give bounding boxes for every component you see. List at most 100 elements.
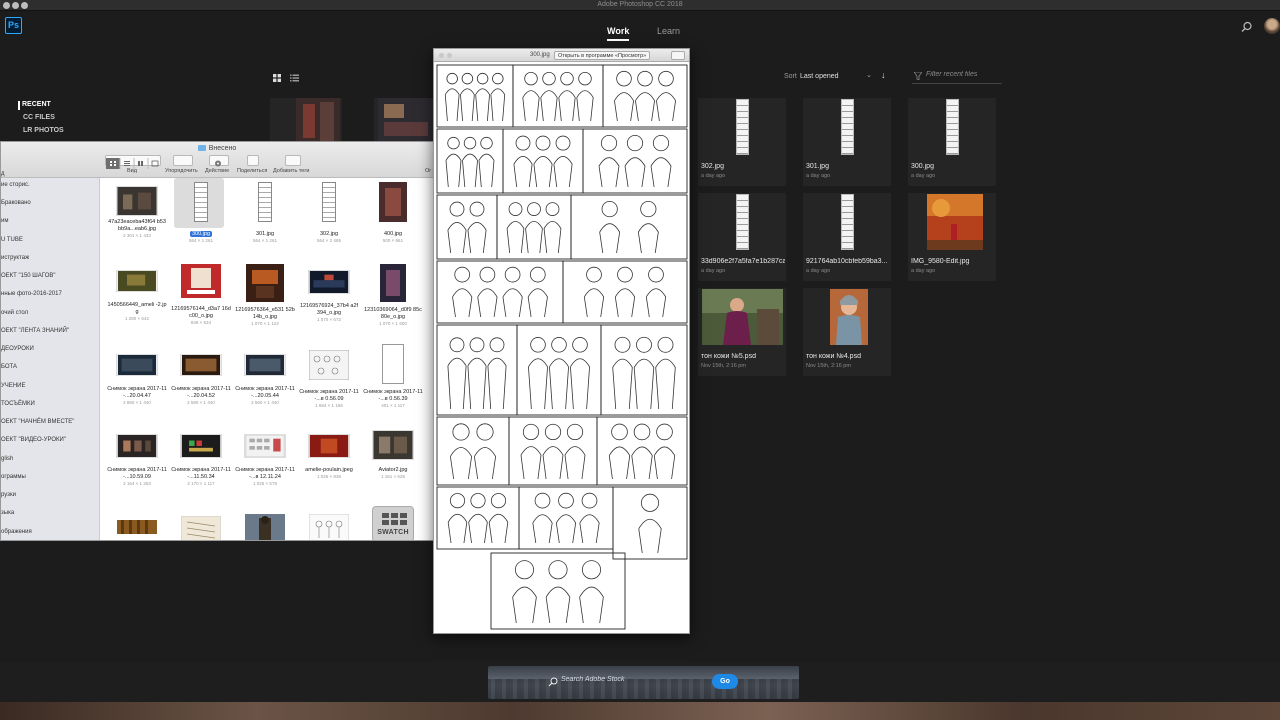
stock-search-input[interactable] [561, 676, 711, 683]
avatar[interactable] [1264, 18, 1280, 34]
file-item[interactable]: 400.jpg 500 × 661 [363, 182, 423, 244]
file-item[interactable]: 12169576364_e531 52b14b_o.jpg 1 070 × 1 … [235, 264, 295, 327]
sidebar-item[interactable]: иструктаж [1, 255, 29, 261]
sidebar-item[interactable]: glish [1, 456, 13, 462]
file-item[interactable]: 47a23eaceba43f64 b53bb9a...eab6.jpg 2 30… [107, 186, 167, 239]
recent-file-card-partial[interactable] [270, 98, 342, 144]
go-button[interactable]: Go [712, 674, 738, 689]
nav-lr-photos[interactable]: LR PHOTOS [23, 127, 64, 134]
photo-file-icon [308, 270, 350, 294]
sidebar-item[interactable]: нные фото-2016-2017 [1, 291, 62, 297]
sidebar-item[interactable]: ОЕКТ "НАЧНЁМ ВМЕСТЕ" [1, 419, 74, 425]
sidebar-item[interactable]: ОЕКТ "ВИДЕО-УРОКИ" [1, 437, 66, 443]
sidebar-item[interactable]: ДЕОУРОКИ [1, 346, 34, 352]
recent-file-card[interactable]: 33d906e2f7a5fa7e1b287ca... a day ago [698, 193, 786, 281]
sort-dropdown[interactable]: Last opened [800, 73, 839, 80]
recent-file-card[interactable]: 302.jpg a day ago [698, 98, 786, 186]
action-button[interactable] [209, 155, 229, 167]
recent-file-card[interactable]: 921764ab10cbfeb59ba3... a day ago [803, 193, 891, 281]
file-item[interactable]: 302.jpg 564 × 2 485 [299, 182, 359, 244]
chevron-down-icon[interactable]: ⌄ [866, 71, 872, 79]
file-name: 12169576924_37b4 a2f394_o.jpg [299, 303, 359, 316]
sidebar-item[interactable]: ображения [1, 529, 32, 535]
photoshop-logo: Ps [5, 17, 22, 34]
sidebar-item[interactable]: ТОСЪЁМКИ [1, 401, 35, 407]
sidebar-item[interactable]: д [1, 171, 5, 177]
recent-file-card[interactable]: тон кожи №5.psd Nov 15th, 2:16 pm [698, 288, 786, 376]
finder-window: Внесено Вид Упорядочить Действие Поделит… [0, 141, 434, 541]
photo-file-icon [246, 264, 284, 302]
nav-cc-files[interactable]: CC FILES [23, 114, 55, 121]
file-item[interactable]: 12169576924_37b4 a2f394_o.jpg 1 070 × 67… [299, 270, 359, 323]
document-thumbnail [735, 194, 749, 250]
file-item-selected[interactable]: 300.jpg 564 × 1 261 [171, 178, 231, 244]
swatch-file-icon[interactable]: SWATCH [372, 506, 414, 540]
photo-file-icon [380, 264, 406, 302]
file-item[interactable]: Aviator2.jpg 1 161 × 625 [363, 430, 423, 480]
sidebar-item[interactable]: УЧЕНИЕ [1, 383, 25, 389]
file-name: Снимок экрана 2017-11-...20.04.47 [107, 386, 167, 399]
file-dimensions: 1 070 × 1 600 [379, 321, 407, 326]
sidebar-item[interactable]: Бракованo [1, 200, 31, 206]
sidebar-item[interactable]: БОТА [1, 364, 17, 370]
add-tags-button[interactable] [285, 155, 301, 166]
sidebar-item[interactable]: ограммы [1, 474, 26, 480]
file-name: 1450566449_ameli -2.jpg [107, 302, 167, 315]
file-name: тон кожи №5.psd [701, 353, 756, 360]
file-item[interactable]: Снимок экрана 2017-11-...20.05.44 2 560 … [235, 354, 295, 406]
tab-learn[interactable]: Learn [657, 26, 680, 36]
share-icon[interactable] [671, 51, 685, 60]
file-item[interactable]: 12310369064_d0f9 85c80e_o.jpg 1 070 × 1 … [363, 264, 423, 327]
sort-direction-arrow-icon[interactable]: ↓ [881, 70, 886, 80]
share-button[interactable] [247, 155, 259, 166]
recent-file-card[interactable]: 300.jpg a day ago [908, 98, 996, 186]
sidebar-item[interactable]: ие сторис. [1, 182, 30, 188]
nav-recent[interactable]: RECENT [18, 101, 51, 110]
close-window-icon[interactable] [439, 53, 444, 58]
file-date: a day ago [701, 268, 726, 274]
photo-file-icon [372, 430, 414, 460]
list-view-icon[interactable] [290, 74, 299, 82]
recent-file-card[interactable]: тон кожи №4.psd Nov 15th, 2:16 pm [803, 288, 891, 376]
minimize-window-icon[interactable] [447, 53, 452, 58]
file-item[interactable]: Снимок экрана 2017-11-...11.50.34 2 170 … [171, 434, 231, 487]
sidebar-item[interactable]: ОЕКТ "150 ШАГОВ" [1, 273, 56, 279]
file-dimensions: 2 164 × 1 263 [123, 481, 151, 486]
sidebar-item[interactable]: ОЕКТ "ЛЕНТА ЗНАНИЙ" [1, 328, 69, 334]
file-name: 301.jpg [806, 163, 829, 170]
file-item[interactable]: Снимок экрана 2017-11-...в 0.56.39 401 ×… [363, 344, 423, 409]
finder-sidebar: д ие сторис. Бракованo им U TUBE иструкт… [1, 171, 100, 540]
search-icon[interactable] [1241, 21, 1253, 33]
sidebar-item[interactable]: рузки [1, 492, 16, 498]
open-in-preview-button[interactable]: Открыть в программе «Просмотр» [554, 51, 651, 60]
filter-recent-files[interactable] [912, 70, 1002, 84]
recent-file-card[interactable]: 301.jpg a day ago [803, 98, 891, 186]
file-item[interactable]: 12169576144_d3a7 16dc00_o.jpg 848 × 534 [171, 264, 231, 326]
tab-work[interactable]: Work [607, 26, 630, 41]
file-dimensions: 2 170 × 1 117 [187, 481, 215, 486]
sketch-file-icon [309, 350, 349, 380]
recent-file-card[interactable]: IMG_9580-Edit.jpg a day ago [908, 193, 996, 281]
sidebar-item[interactable]: очий стол [1, 310, 28, 316]
file-item[interactable]: 1450566449_ameli -2.jpg 1 280 × 642 [107, 270, 167, 322]
view-mode-segmented[interactable] [105, 155, 161, 169]
file-item[interactable]: Снимок экрана 2017-11-...в 12.11.24 1 02… [235, 434, 295, 487]
sort-label: Sort [784, 73, 797, 80]
arrange-button[interactable] [173, 155, 193, 166]
file-item[interactable]: Снимок экрана 2017-11-...20.04.52 2 580 … [171, 354, 231, 406]
file-name: Снимок экрана 2017-11-...в 0.56.39 [363, 389, 423, 402]
sidebar-item[interactable]: U TUBE [1, 237, 23, 243]
grid-view-icon[interactable] [273, 74, 281, 82]
file-item[interactable]: Снимок экрана 2017-11-...в 0.56.09 1 684… [299, 350, 359, 409]
sidebar-item[interactable]: им [1, 218, 8, 224]
photo-file-icon [308, 434, 350, 458]
toolbar-label-search: Or [425, 168, 432, 174]
file-item[interactable]: amelie-poulain.jpeg 1 026 × 836 [299, 434, 359, 480]
file-item[interactable]: Снимок экрана 2017-11-...20.04.47 2 880 … [107, 354, 167, 406]
filter-input[interactable] [926, 71, 1000, 78]
stock-search-field[interactable] [548, 675, 711, 690]
photo-file-icon [379, 182, 407, 222]
file-item[interactable]: Снимок экрана 2017-11-...10.59.09 2 164 … [107, 434, 167, 487]
file-item[interactable]: 301.jpg 564 × 1 261 [235, 182, 295, 244]
sidebar-item[interactable]: зыка [1, 510, 14, 516]
